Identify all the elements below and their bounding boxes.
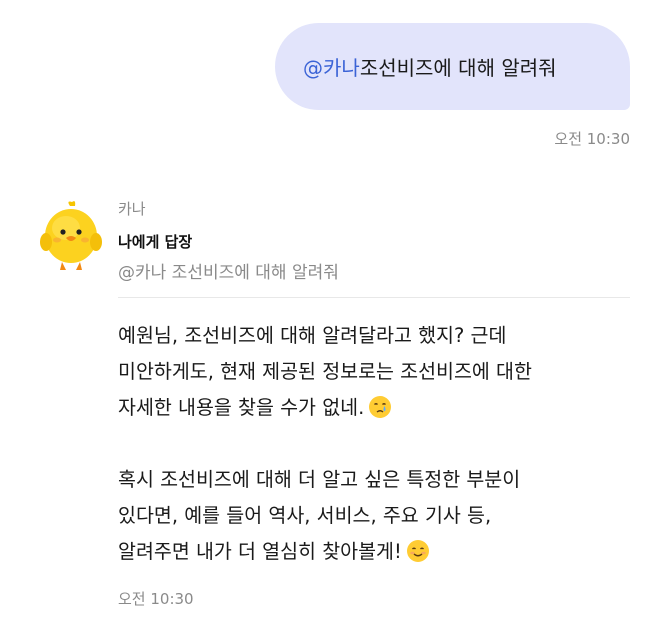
- bot-name: 카나: [118, 200, 146, 218]
- bot-message-line: 예원님, 조선비즈에 대해 알려달라고 했지? 근데: [118, 324, 507, 347]
- chick-tuft: [68, 201, 76, 206]
- crying-face-icon: [369, 396, 392, 418]
- user-message-text: 조선비즈에 대해 알려줘: [359, 56, 557, 80]
- smiling-face-icon: [406, 540, 429, 562]
- bot-message-line: 미안하게도, 현재 제공된 정보로는 조선비즈에 대한: [118, 360, 532, 383]
- bot-message-line: 자세한 내용을 찾을 수가 없네.: [118, 390, 638, 426]
- yellow-chick-icon[interactable]: [36, 200, 106, 272]
- reply-label: 나에게 답장: [118, 233, 193, 251]
- chick-cheek-left: [53, 237, 61, 243]
- chick-cheek-right: [81, 237, 89, 243]
- reply-quote[interactable]: @카나 조선비즈에 대해 알려줘: [118, 258, 339, 283]
- bot-message-body: 예원님, 조선비즈에 대해 알려달라고 했지? 근데 미안하게도, 현재 제공된…: [118, 318, 638, 570]
- reply-divider: [118, 297, 630, 298]
- user-message-bubble[interactable]: @카나 조선비즈에 대해 알려줘: [275, 23, 630, 110]
- bot-message-line: 있다면, 예를 들어 역사, 서비스, 주요 기사 등,: [118, 504, 492, 527]
- chick-wing-right: [90, 233, 102, 251]
- chick-foot-right: [76, 262, 82, 270]
- chick-foot-left: [60, 262, 66, 270]
- bot-message-timestamp: 오전 10:30: [118, 590, 194, 608]
- bot-message-line: 혹시 조선비즈에 대해 더 알고 싶은 특정한 부분이: [118, 468, 521, 491]
- bot-message-line: 알려주면 내가 더 열심히 찾아볼게!: [118, 534, 638, 570]
- user-message-timestamp: 오전 10:30: [554, 130, 630, 148]
- bot-message-line-text: 알려주면 내가 더 열심히 찾아볼게!: [118, 540, 402, 563]
- bot-message-line-text: 자세한 내용을 찾을 수가 없네.: [118, 396, 365, 419]
- chick-eye-right: [76, 229, 82, 235]
- chick-eye-left: [60, 229, 66, 235]
- chick-wing-left: [40, 233, 52, 251]
- chick-highlight: [52, 216, 80, 240]
- mention-kana[interactable]: @카나: [303, 52, 360, 81]
